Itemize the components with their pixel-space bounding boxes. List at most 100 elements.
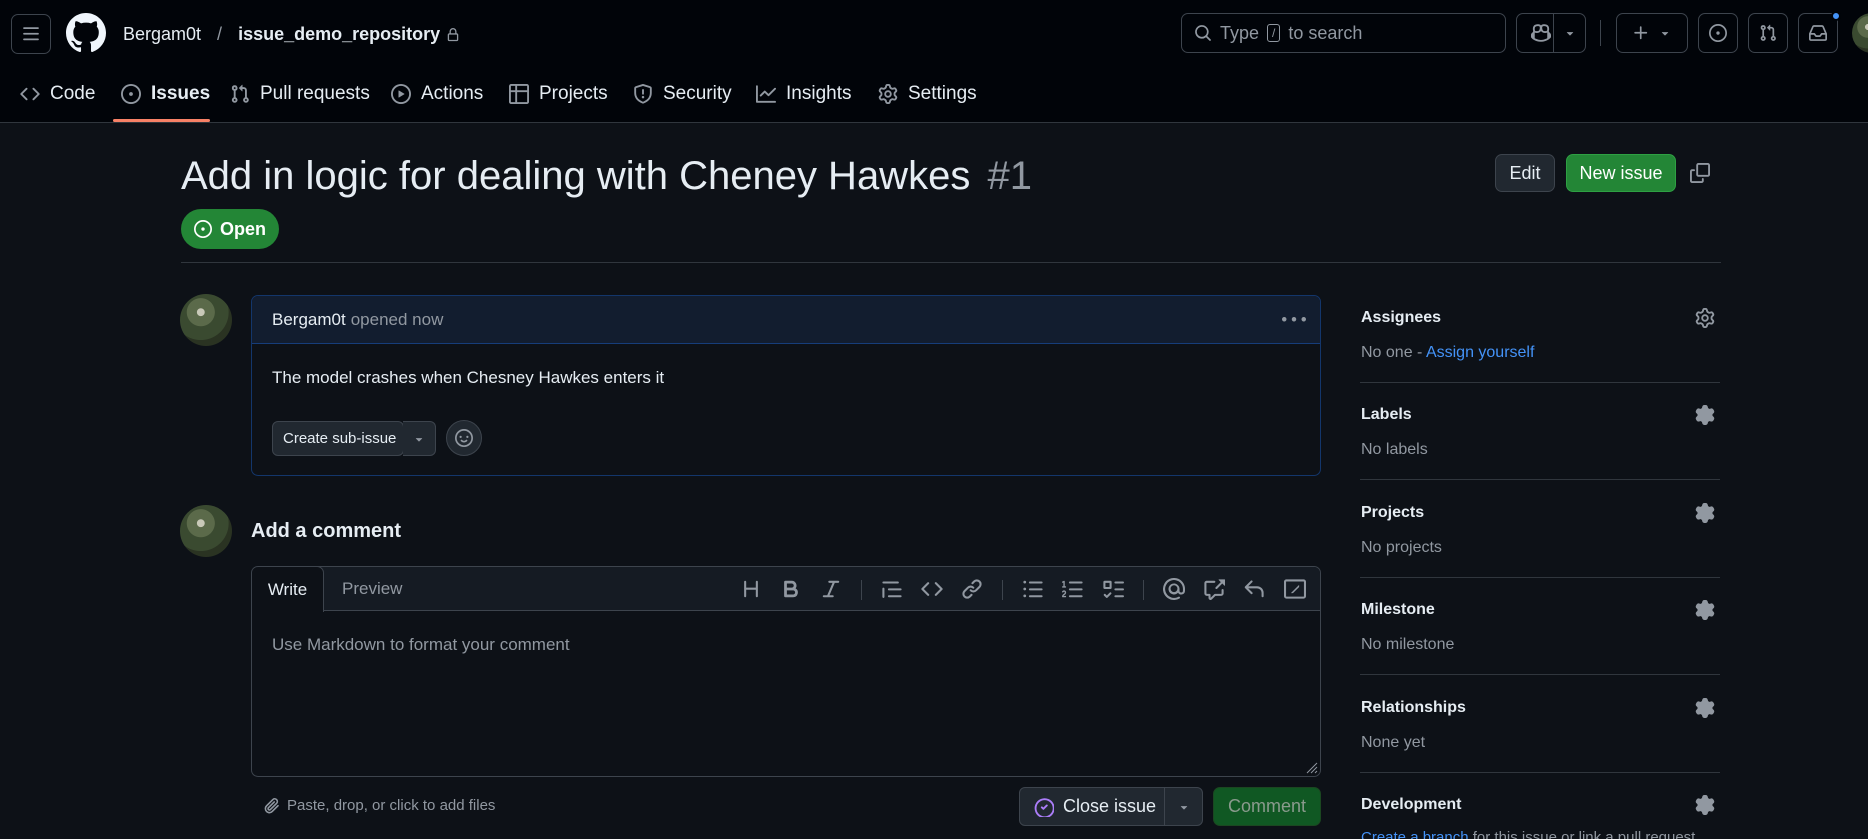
git-pull-request-icon bbox=[231, 84, 249, 103]
tab-pull-requests[interactable]: Pull requests bbox=[230, 80, 370, 108]
create-new-button[interactable] bbox=[1616, 13, 1688, 53]
comment-author[interactable]: Bergam0t bbox=[272, 310, 346, 330]
mention-icon[interactable] bbox=[1163, 578, 1185, 600]
tab-actions-label: Actions bbox=[421, 83, 484, 104]
labels-value: No labels bbox=[1361, 441, 1428, 458]
copilot-button[interactable] bbox=[1516, 13, 1586, 53]
comment-textarea[interactable]: Use Markdown to format your comment bbox=[272, 635, 570, 655]
add-reaction-button[interactable] bbox=[446, 420, 482, 456]
github-logo-icon bbox=[66, 13, 106, 53]
list-unordered-icon[interactable] bbox=[1022, 578, 1044, 600]
github-logo[interactable] bbox=[66, 13, 106, 53]
assign-yourself-link[interactable]: Assign yourself bbox=[1426, 344, 1535, 361]
heading-icon[interactable] bbox=[740, 578, 762, 600]
bold-icon[interactable] bbox=[780, 578, 802, 600]
resize-handle[interactable] bbox=[1304, 760, 1318, 774]
cross-reference-icon[interactable] bbox=[1203, 578, 1225, 600]
gear-icon[interactable] bbox=[1695, 308, 1715, 328]
tasklist-icon[interactable] bbox=[1102, 578, 1124, 600]
list-ordered-icon[interactable] bbox=[1062, 578, 1084, 600]
milestone-title[interactable]: Milestone bbox=[1361, 601, 1435, 619]
owner-link[interactable]: Bergam0t bbox=[123, 24, 201, 45]
check-circle-icon bbox=[1034, 797, 1054, 817]
create-sub-issue-button[interactable]: Create sub-issue bbox=[272, 421, 404, 456]
paperclip-icon bbox=[264, 798, 279, 814]
search-input[interactable]: Type / to search bbox=[1181, 13, 1506, 53]
inbox-icon bbox=[1809, 25, 1827, 41]
tab-write[interactable]: Write bbox=[252, 567, 324, 612]
lock-icon bbox=[447, 27, 459, 41]
close-issue-dropdown[interactable] bbox=[1164, 787, 1203, 826]
your-pull-requests-button[interactable] bbox=[1748, 13, 1788, 53]
graph-icon bbox=[756, 85, 776, 103]
issue-body-card: Bergam0t opened now The model crashes wh… bbox=[251, 295, 1321, 476]
table-icon bbox=[509, 84, 529, 104]
assignees-title[interactable]: Assignees bbox=[1361, 309, 1441, 327]
tab-security[interactable]: Security bbox=[633, 80, 732, 108]
comment-button[interactable]: Comment bbox=[1213, 787, 1321, 826]
user-avatar[interactable] bbox=[1852, 13, 1868, 53]
create-sub-issue-label: Create sub-issue bbox=[283, 430, 397, 447]
menu-button[interactable] bbox=[11, 14, 51, 54]
plus-icon bbox=[1634, 26, 1648, 40]
new-issue-button[interactable]: New issue bbox=[1566, 154, 1676, 192]
gear-icon[interactable] bbox=[1695, 698, 1715, 718]
development-value: for this issue or link a pull request. bbox=[1468, 829, 1700, 839]
new-issue-button-label: New issue bbox=[1579, 162, 1663, 183]
tab-issues-label: Issues bbox=[151, 83, 211, 104]
issue-title: Add in logic for dealing with Cheney Haw… bbox=[181, 154, 971, 198]
comment-header: Bergam0t opened now bbox=[252, 296, 1320, 344]
search-suffix: to search bbox=[1288, 22, 1363, 43]
gear-icon[interactable] bbox=[1695, 600, 1715, 620]
tab-security-label: Security bbox=[663, 83, 732, 104]
triangle-down-icon bbox=[1566, 32, 1574, 36]
gear-icon[interactable] bbox=[1695, 405, 1715, 425]
author-avatar[interactable] bbox=[180, 294, 232, 346]
close-issue-button[interactable]: Close issue bbox=[1019, 787, 1165, 826]
gear-icon[interactable] bbox=[1695, 795, 1715, 815]
tab-issues[interactable]: Issues bbox=[121, 80, 210, 108]
resize-grip-icon bbox=[1306, 762, 1318, 774]
tab-insights-label: Insights bbox=[786, 83, 852, 104]
create-branch-link[interactable]: Create a branch bbox=[1361, 829, 1469, 839]
tab-insights[interactable]: Insights bbox=[756, 80, 851, 108]
development-title[interactable]: Development bbox=[1361, 796, 1461, 814]
global-header: Bergam0t / issue_demo_repository Type / … bbox=[0, 0, 1868, 123]
tab-settings[interactable]: Settings bbox=[878, 80, 977, 108]
search-icon bbox=[1195, 25, 1211, 41]
attach-files[interactable]: Paste, drop, or click to add files bbox=[263, 797, 495, 814]
attach-files-label: Paste, drop, or click to add files bbox=[287, 797, 496, 814]
labels-title[interactable]: Labels bbox=[1361, 406, 1412, 424]
link-icon[interactable] bbox=[961, 578, 983, 600]
copy-link-button[interactable] bbox=[1690, 163, 1712, 185]
sidebar-divider bbox=[1360, 772, 1720, 773]
your-issues-button[interactable] bbox=[1698, 13, 1738, 53]
gear-icon[interactable] bbox=[1695, 503, 1715, 523]
code-icon[interactable] bbox=[921, 578, 943, 600]
comment-meta: opened now bbox=[350, 309, 444, 329]
italic-icon[interactable] bbox=[820, 578, 842, 600]
copilot-icon bbox=[1531, 24, 1551, 42]
quote-icon[interactable] bbox=[881, 578, 903, 600]
kebab-horizontal-icon bbox=[1282, 317, 1306, 322]
milestone-value: No milestone bbox=[1361, 636, 1455, 653]
git-pull-request-icon bbox=[1760, 24, 1776, 41]
search-prefix: Type bbox=[1220, 22, 1260, 43]
projects-title[interactable]: Projects bbox=[1361, 504, 1424, 522]
relationships-title[interactable]: Relationships bbox=[1361, 699, 1466, 717]
play-icon bbox=[391, 84, 411, 104]
tab-projects[interactable]: Projects bbox=[509, 80, 608, 108]
search-shortcut-key: / bbox=[1267, 24, 1281, 42]
shield-icon bbox=[634, 84, 652, 104]
edit-button[interactable]: Edit bbox=[1495, 154, 1555, 192]
tab-actions[interactable]: Actions bbox=[391, 80, 483, 108]
tab-preview[interactable]: Preview bbox=[342, 567, 402, 611]
repo-link[interactable]: issue_demo_repository bbox=[238, 24, 440, 45]
tab-pull-requests-label: Pull requests bbox=[260, 83, 370, 104]
gear-icon bbox=[878, 84, 898, 104]
fullscreen-icon[interactable] bbox=[1284, 578, 1306, 600]
create-sub-issue-dropdown[interactable] bbox=[403, 421, 436, 456]
tab-code[interactable]: Code bbox=[20, 80, 95, 108]
comment-options-button[interactable] bbox=[1282, 308, 1306, 332]
reply-icon[interactable] bbox=[1243, 578, 1265, 600]
